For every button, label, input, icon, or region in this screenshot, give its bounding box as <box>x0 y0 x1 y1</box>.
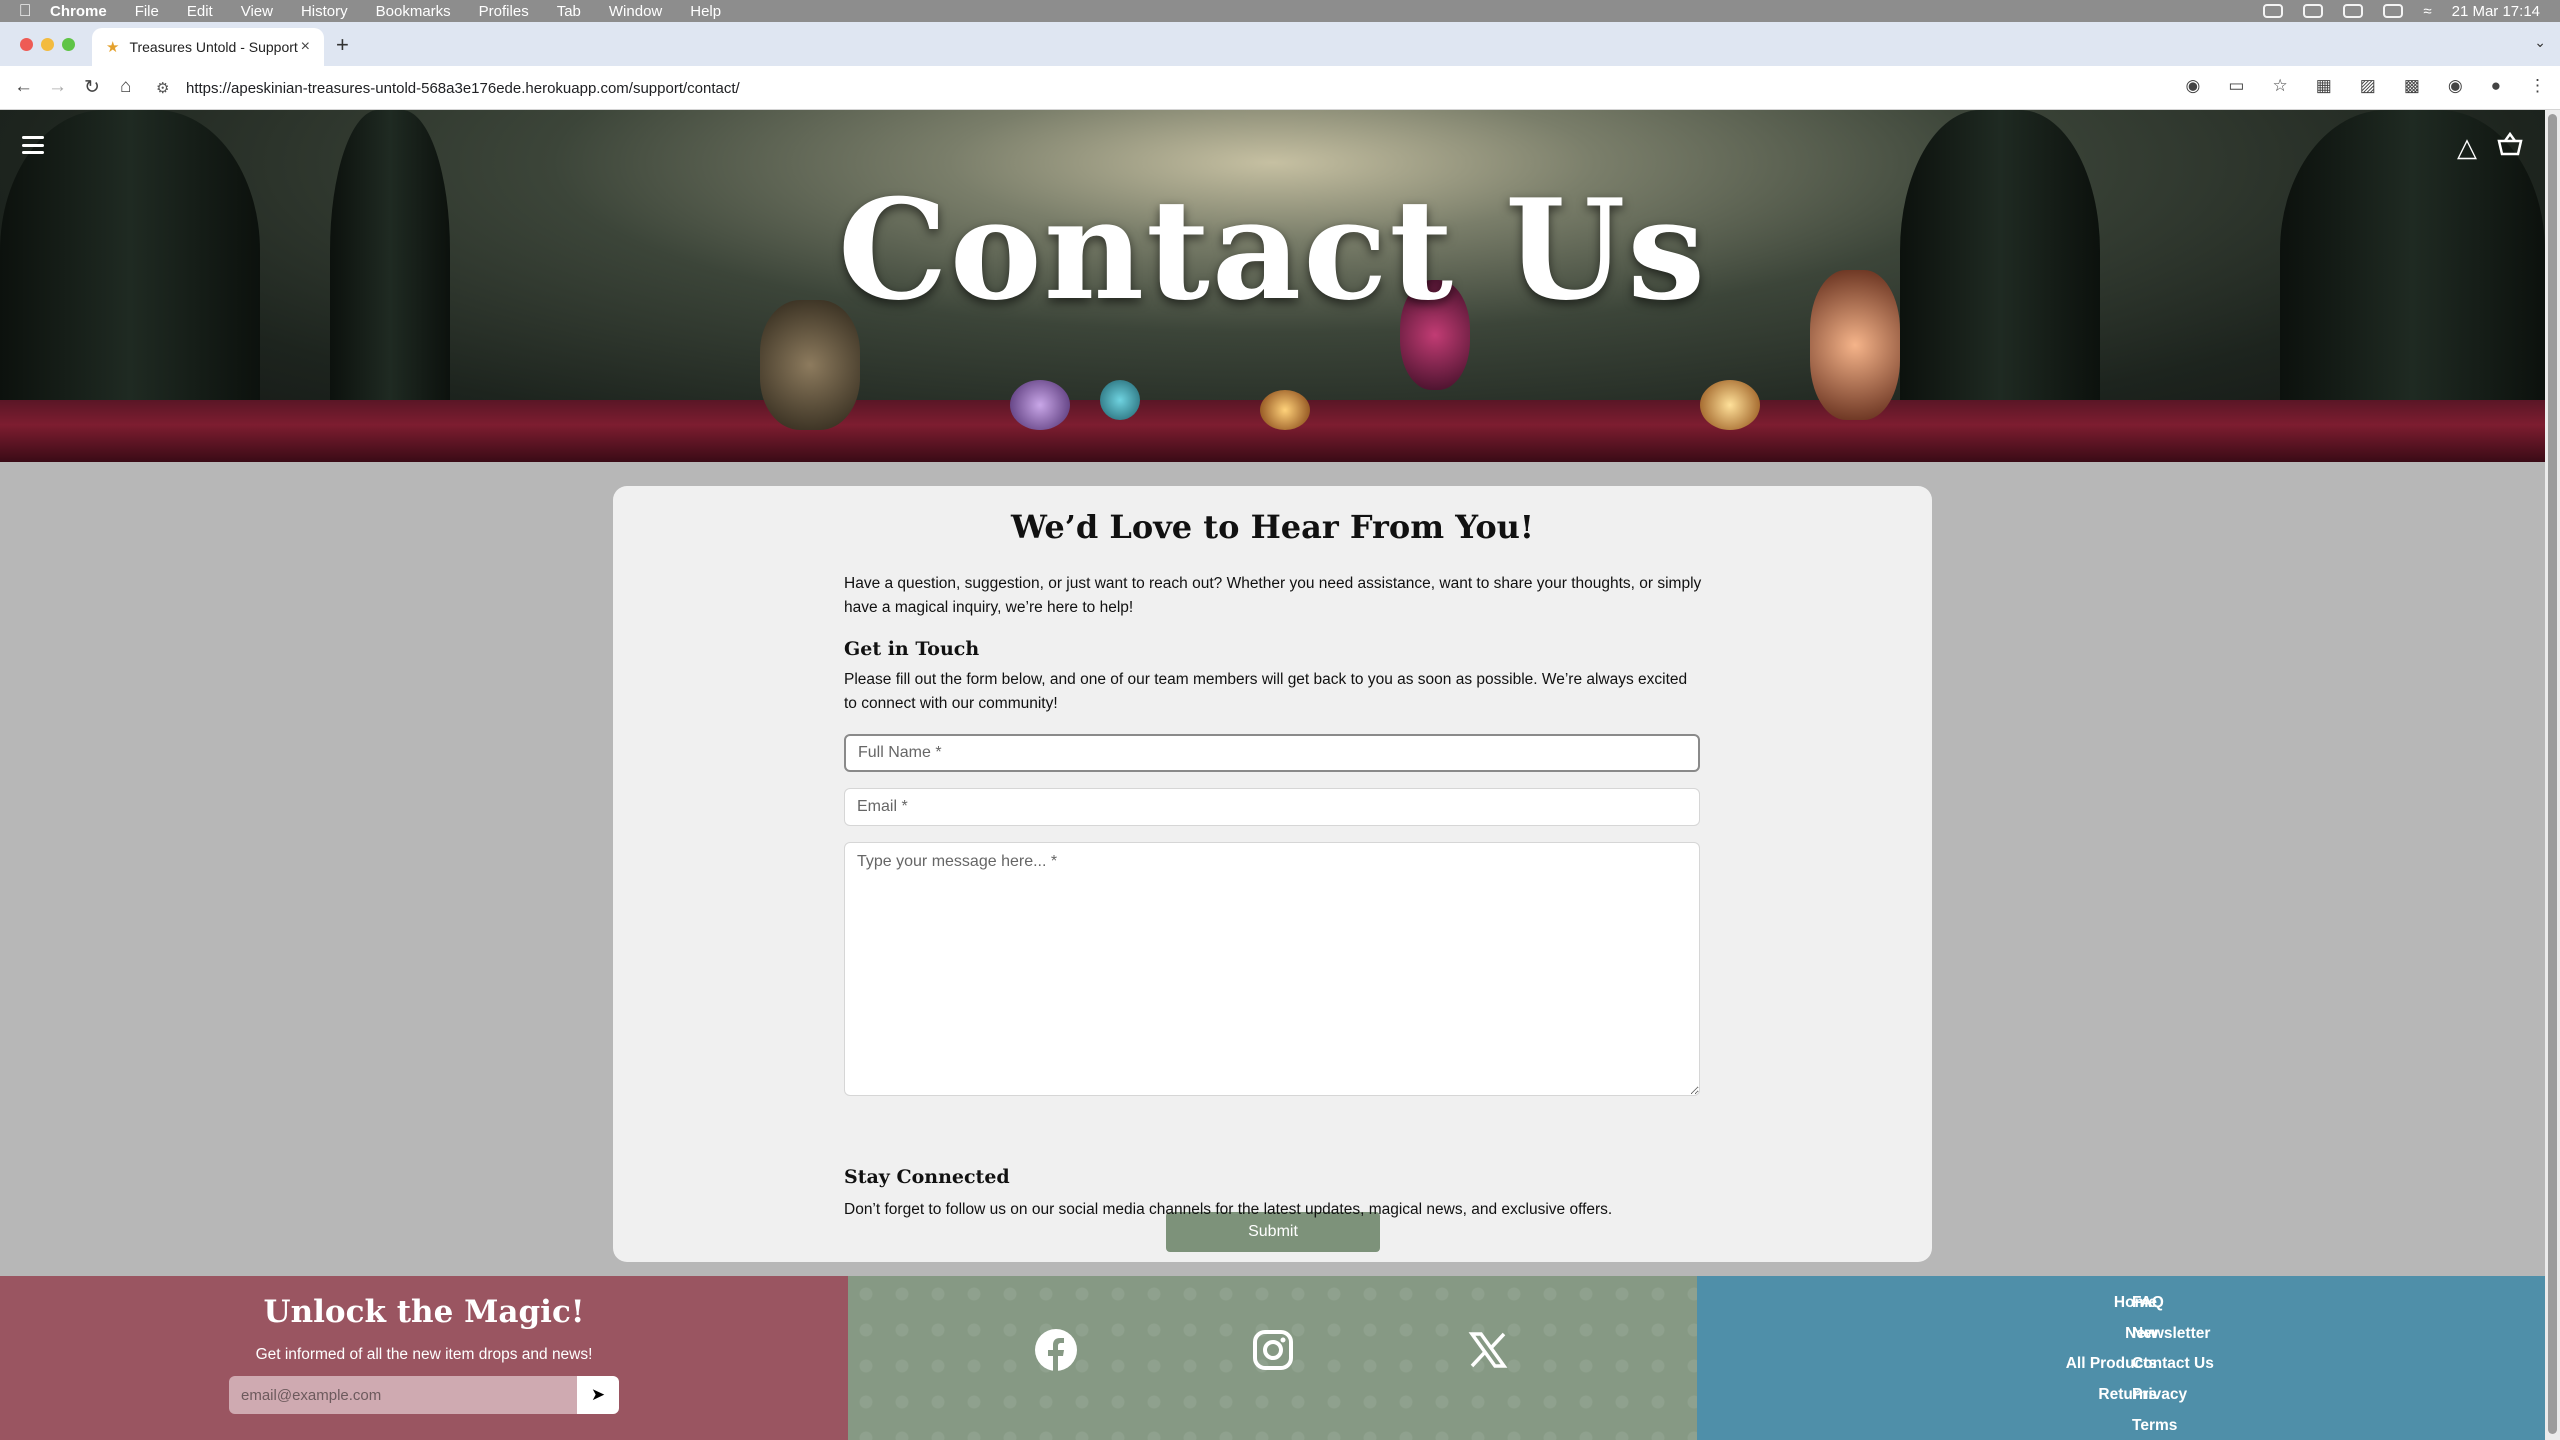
social-section <box>848 1276 1697 1440</box>
extension-2-icon[interactable]: ▨ <box>2360 76 2376 96</box>
new-tab-button[interactable]: + <box>336 32 349 58</box>
full-name-input[interactable] <box>844 734 1700 772</box>
email-input[interactable] <box>844 788 1700 826</box>
facebook-icon[interactable] <box>1034 1328 1078 1372</box>
footer-link-newsletter[interactable]: Newsletter <box>2132 1325 2210 1343</box>
extensions-puzzle-icon[interactable]: ▩ <box>2404 76 2420 96</box>
contact-heading: We’d Love to Hear From You! <box>1011 508 1534 546</box>
home-icon[interactable]: ⌂ <box>120 76 131 98</box>
footer-links-section: Home New All Products Returns FAQ Newsle… <box>1697 1276 2545 1440</box>
newsletter-subtitle: Get informed of all the new item drops a… <box>255 1346 593 1363</box>
footer-links-left-column: Home New All Products Returns <box>1697 1276 2157 1440</box>
browser-tab-strip: ★ Treasures Untold - Support × + ⌄ <box>0 22 2560 66</box>
get-in-touch-heading: Get in Touch <box>844 638 980 660</box>
contact-intro: Have a question, suggestion, or just wan… <box>844 575 1702 616</box>
newsletter-section: Unlock the Magic! Get informed of all th… <box>0 1276 848 1440</box>
menu-tab[interactable]: Tab <box>557 3 581 20</box>
menu-profiles[interactable]: Profiles <box>479 3 529 20</box>
back-arrow-icon[interactable]: ← <box>14 76 33 98</box>
reload-icon[interactable]: ↻ <box>84 76 100 99</box>
media-icon[interactable]: ◉ <box>2448 76 2463 96</box>
menu-bookmarks[interactable]: Bookmarks <box>376 3 451 20</box>
account-wizard-icon[interactable]: △ <box>2457 132 2477 163</box>
site-settings-icon[interactable]: ⚙ <box>156 79 186 97</box>
basket-icon[interactable] <box>2497 131 2523 163</box>
tab-title: Treasures Untold - Support <box>129 39 298 55</box>
browser-toolbar: ← → ↻ ⌂ ⚙ https://apeskinian-treasures-u… <box>0 66 2560 110</box>
web-page: Contact Us △ We’d Love to Hear From You!… <box>0 110 2545 1440</box>
menu-edit[interactable]: Edit <box>187 3 213 20</box>
menu-app-name[interactable]: Chrome <box>50 3 107 20</box>
hero-crystal-illustration <box>1010 380 1070 430</box>
close-tab-icon[interactable]: × <box>301 38 310 56</box>
menubar-clock[interactable]: 21 Mar 17:14 <box>2452 3 2540 20</box>
header-icons: △ <box>2457 131 2523 163</box>
forward-arrow-icon[interactable]: → <box>48 76 67 98</box>
apple-icon[interactable]:  <box>0 1 50 21</box>
hero-fruit-illustration <box>1700 380 1760 430</box>
get-in-touch-text: Please fill out the form below, and one … <box>844 671 1688 712</box>
hero-title: Contact Us <box>837 168 1708 331</box>
footer-link-terms[interactable]: Terms <box>2132 1417 2177 1435</box>
hero-gem-illustration <box>1100 380 1140 420</box>
zoom-window-button[interactable] <box>62 38 75 51</box>
menu-help[interactable]: Help <box>690 3 721 20</box>
newsletter-title: Unlock the Magic! <box>263 1294 585 1330</box>
browser-tab-active[interactable]: ★ Treasures Untold - Support × <box>92 28 324 66</box>
card-icon[interactable]: ▭ <box>2228 76 2244 96</box>
footer-link-faq[interactable]: FAQ <box>2132 1294 2164 1312</box>
display-icon[interactable] <box>2343 4 2364 18</box>
menubar-status-area: ≈ 21 Mar 17:14 <box>2263 0 2540 22</box>
minimize-window-button[interactable] <box>41 38 54 51</box>
hero-orb-illustration <box>1260 390 1310 430</box>
contact-card: We’d Love to Hear From You! Have a quest… <box>613 486 1932 1262</box>
message-textarea[interactable] <box>844 842 1700 1096</box>
extension-1-icon[interactable]: ▦ <box>2316 76 2332 96</box>
paper-plane-icon: ➤ <box>590 1385 606 1404</box>
page-scrollbar[interactable] <box>2545 110 2560 1440</box>
newsletter-email-input[interactable] <box>229 1376 577 1414</box>
battery-icon[interactable] <box>2383 4 2404 18</box>
footer-link-contact-us[interactable]: Contact Us <box>2132 1355 2214 1373</box>
menu-history[interactable]: History <box>301 3 348 20</box>
star-favicon-icon: ★ <box>106 39 120 56</box>
menu-window[interactable]: Window <box>609 3 662 20</box>
menu-file[interactable]: File <box>135 3 159 20</box>
window-controls <box>20 38 75 51</box>
newsletter-send-button[interactable]: ➤ <box>577 1376 619 1414</box>
profile-avatar-icon[interactable]: ● <box>2491 76 2501 96</box>
wifi-icon[interactable]: ≈ <box>2423 3 2431 20</box>
stay-connected-text: Don’t forget to follow us on our social … <box>844 1201 1613 1218</box>
x-twitter-icon[interactable] <box>1466 1328 1510 1372</box>
instagram-icon[interactable] <box>1251 1328 1295 1372</box>
cloud-icon[interactable] <box>2263 4 2284 18</box>
hamburger-menu-button[interactable] <box>22 136 44 154</box>
footer-link-privacy[interactable]: Privacy <box>2132 1386 2187 1404</box>
bookmark-star-icon[interactable]: ☆ <box>2272 76 2287 96</box>
scrollbar-thumb[interactable] <box>2548 114 2557 1434</box>
site-footer: Unlock the Magic! Get informed of all th… <box>0 1276 2545 1440</box>
toolbar-actions: ◉ ▭ ☆ ▦ ▨ ▩ ◉ ● ⋮ <box>2186 76 2546 96</box>
address-bar[interactable]: ⚙ https://apeskinian-treasures-untold-56… <box>156 72 2276 104</box>
tab-search-chevron-icon[interactable]: ⌄ <box>2534 34 2546 51</box>
close-window-button[interactable] <box>20 38 33 51</box>
eye-off-icon[interactable]: ◉ <box>2186 76 2201 96</box>
macos-menubar:  Chrome File Edit View History Bookmark… <box>0 0 2560 22</box>
notion-icon[interactable] <box>2303 4 2324 18</box>
url-text[interactable]: https://apeskinian-treasures-untold-568a… <box>186 80 740 97</box>
hero-banner: Contact Us △ <box>0 110 2545 462</box>
menu-kebab-icon[interactable]: ⋮ <box>2529 76 2546 96</box>
menu-view[interactable]: View <box>241 3 273 20</box>
stay-connected-heading: Stay Connected <box>844 1166 1010 1188</box>
